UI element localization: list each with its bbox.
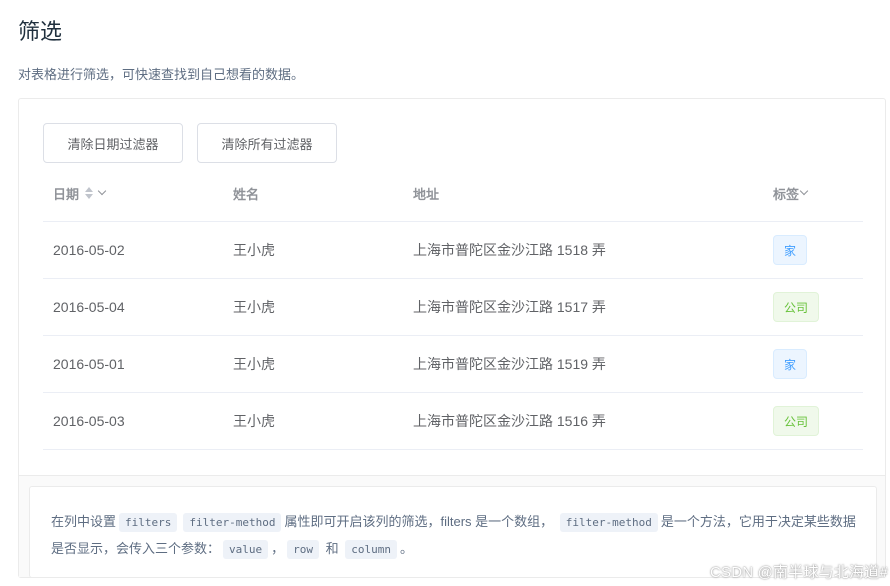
column-header-address: 地址 <box>413 186 440 202</box>
table-row: 2016-05-01 王小虎 上海市普陀区金沙江路 1519 弄 家 <box>43 336 863 393</box>
column-header-name: 姓名 <box>233 186 260 202</box>
cell-tag: 公司 <box>773 279 819 335</box>
meta-text: 。 <box>400 541 414 556</box>
table-header: 日期 姓名 地址 标签 <box>43 165 863 222</box>
meta-text: 属性即可开启该列的筛选，filters 是一个数组， <box>284 514 554 529</box>
page-description: 对表格进行筛选，可快速查找到自己想看的数据。 <box>18 67 305 82</box>
cell-date: 2016-05-03 <box>53 413 125 429</box>
cell-date: 2016-05-01 <box>53 356 125 372</box>
meta-text: ， <box>271 541 285 556</box>
demo-block: 清除日期过滤器 清除所有过滤器 日期 姓名 地址 标签 2016-05-02 王… <box>18 98 886 578</box>
column-header-tag[interactable]: 标签 <box>773 165 809 221</box>
column-header-date-label: 日期 <box>53 186 80 202</box>
table-row: 2016-05-04 王小虎 上海市普陀区金沙江路 1517 弄 公司 <box>43 279 863 336</box>
cell-address: 上海市普陀区金沙江路 1517 弄 <box>413 299 606 315</box>
demo-source: 清除日期过滤器 清除所有过滤器 日期 姓名 地址 标签 2016-05-02 王… <box>19 99 885 475</box>
sort-icon[interactable] <box>85 187 94 199</box>
column-header-tag-label: 标签 <box>773 186 800 202</box>
meta-text: 和 <box>325 541 339 556</box>
cell-date: 2016-05-02 <box>53 242 125 258</box>
filter-chevron-down-icon[interactable] <box>97 186 107 196</box>
clear-all-filters-button[interactable]: 清除所有过滤器 <box>197 123 337 163</box>
tag-badge: 家 <box>773 349 807 379</box>
cell-address: 上海市普陀区金沙江路 1518 弄 <box>413 242 606 258</box>
data-table: 日期 姓名 地址 标签 2016-05-02 王小虎 上海市普陀区金沙江路 15… <box>43 165 863 450</box>
cell-address: 上海市普陀区金沙江路 1519 弄 <box>413 356 606 372</box>
cell-name: 王小虎 <box>233 356 275 372</box>
cell-date: 2016-05-04 <box>53 299 125 315</box>
cell-address: 上海市普陀区金沙江路 1516 弄 <box>413 413 606 429</box>
clear-date-filter-button[interactable]: 清除日期过滤器 <box>43 123 183 163</box>
cell-tag: 公司 <box>773 393 819 449</box>
cell-name: 王小虎 <box>233 299 275 315</box>
table-body: 2016-05-02 王小虎 上海市普陀区金沙江路 1518 弄 家 2016-… <box>43 222 863 450</box>
cell-tag: 家 <box>773 222 807 278</box>
tag-badge: 公司 <box>773 292 819 322</box>
filter-chevron-down-icon[interactable] <box>799 186 809 196</box>
code-filter-method: filter-method <box>559 513 658 532</box>
column-header-date[interactable]: 日期 <box>53 165 107 221</box>
cell-tag: 家 <box>773 336 807 392</box>
cell-name: 王小虎 <box>233 242 275 258</box>
watermark: CSDN @南半球与北海道# <box>709 564 888 581</box>
table-row: 2016-05-02 王小虎 上海市普陀区金沙江路 1518 弄 家 <box>43 222 863 279</box>
page-title: 筛选 <box>18 19 63 44</box>
code-filters: filters <box>119 513 178 532</box>
tag-badge: 家 <box>773 235 807 265</box>
table-row: 2016-05-03 王小虎 上海市普陀区金沙江路 1516 弄 公司 <box>43 393 863 450</box>
code-row: row <box>287 540 320 559</box>
meta-text: 在列中设置 <box>51 514 117 529</box>
code-filter-method: filter-method <box>183 513 282 532</box>
cell-name: 王小虎 <box>233 413 275 429</box>
code-column: column <box>345 540 398 559</box>
tag-badge: 公司 <box>773 406 819 436</box>
code-value: value <box>223 540 269 559</box>
